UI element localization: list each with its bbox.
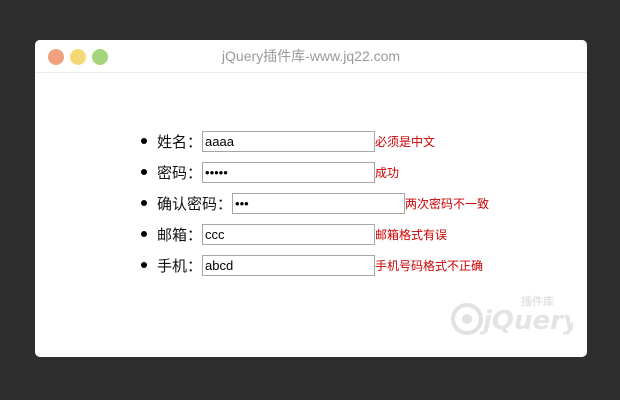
phone-error-message: 手机号码格式不正确 (375, 258, 484, 273)
confirm-password-error-message: 两次密码不一致 (405, 196, 490, 211)
email-error-message: 邮箱格式有误 (375, 227, 448, 242)
password-status-message: 成功 (375, 165, 400, 180)
password-row: 密码： 成功 (141, 160, 489, 184)
confirm-password-input[interactable] (232, 192, 406, 214)
list-bullet (141, 231, 147, 237)
validation-form: 姓名： 必须是中文 密码： 成功 确认密码： 两次密码不一致 邮箱： 邮箱格式有… (141, 129, 489, 284)
window-title: jQuery插件库-www.jq22.com (221, 48, 401, 64)
list-bullet (141, 169, 147, 175)
phone-label: 手机： (157, 256, 203, 275)
name-error-message: 必须是中文 (375, 134, 436, 149)
confirm-password-row: 确认密码： 两次密码不一致 (141, 191, 489, 215)
list-bullet (141, 200, 147, 206)
list-bullet (141, 138, 147, 144)
name-label: 姓名： (157, 132, 203, 151)
name-row: 姓名： 必须是中文 (141, 129, 489, 153)
demo-window: jQuery插件库-www.jq22.com 姓名： 必须是中文 密码： 成功 … (35, 40, 587, 357)
watermark-subtext: 插件库 (521, 294, 554, 308)
window-titlebar: jQuery插件库-www.jq22.com (35, 40, 587, 73)
email-label: 邮箱： (157, 225, 203, 244)
email-row: 邮箱： 邮箱格式有误 (141, 222, 489, 246)
confirm-password-label: 确认密码： (157, 194, 233, 213)
phone-row: 手机： 手机号码格式不正确 (141, 253, 489, 277)
phone-input[interactable] (202, 254, 376, 276)
list-bullet (141, 262, 147, 268)
watermark-text: jQuery (479, 306, 573, 336)
email-input[interactable] (202, 223, 376, 245)
jquery-watermark-logo: jQuery 插件库 (451, 294, 573, 336)
password-input[interactable] (202, 161, 376, 183)
password-label: 密码： (157, 163, 203, 182)
name-input[interactable] (202, 130, 376, 152)
